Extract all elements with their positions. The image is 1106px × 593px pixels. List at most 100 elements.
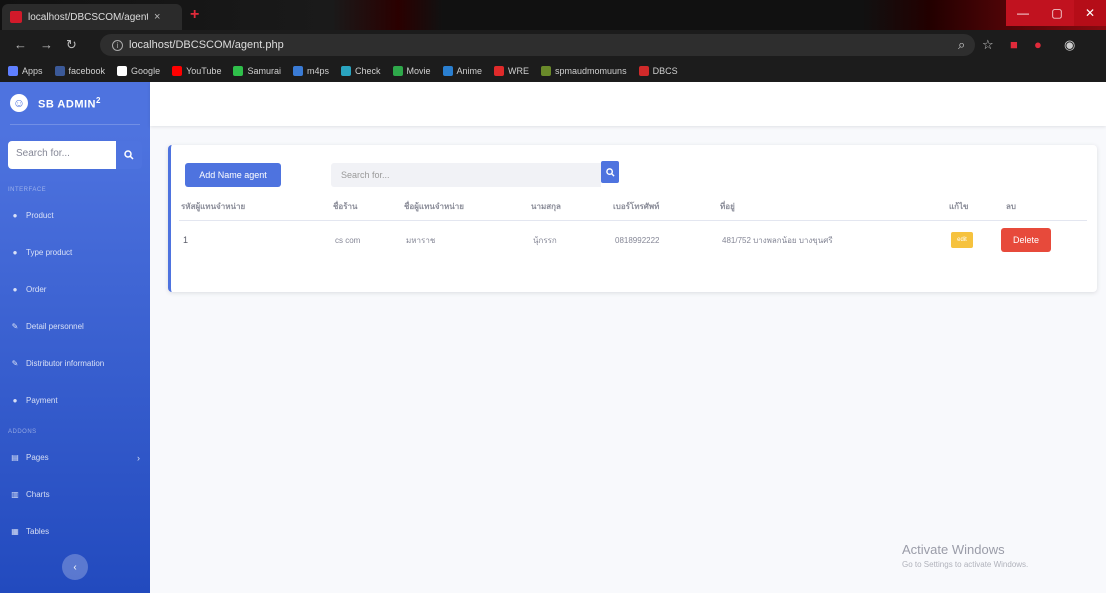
sidebar-heading: ADDONS bbox=[8, 429, 37, 435]
sidebar-item-icon: ● bbox=[12, 285, 18, 294]
sidebar-item-detail-personnel[interactable]: ✎ Detail personnel bbox=[0, 308, 150, 345]
bookmark-item[interactable]: facebook bbox=[54, 66, 106, 76]
bookmark-label: Check bbox=[354, 66, 381, 76]
sidebar-item-product[interactable]: ● Product bbox=[0, 197, 150, 234]
bookmark-item[interactable]: Apps bbox=[8, 66, 43, 76]
bookmark-label: facebook bbox=[68, 66, 106, 76]
extension-icon[interactable]: ● bbox=[1034, 37, 1042, 52]
edit-button[interactable]: edit bbox=[951, 232, 973, 248]
bookmark-icon bbox=[292, 66, 303, 76]
bookmark-icon bbox=[54, 66, 65, 76]
sidebar-item-order[interactable]: ● Order bbox=[0, 271, 150, 308]
address-bar[interactable]: i localhost/DBCSCOM/agent.php bbox=[100, 34, 975, 56]
browser-titlebar: localhost/DBCSCOM/agent.php × + — ▢ ✕ bbox=[0, 0, 1106, 30]
sidebar-item-icon: ● bbox=[12, 396, 18, 405]
bookmark-label: m4ps bbox=[306, 66, 329, 76]
bookmark-icon bbox=[117, 66, 128, 76]
sidebar-item-icon: ▤ bbox=[11, 453, 19, 462]
bookmark-item[interactable]: Check bbox=[340, 66, 381, 76]
sidebar-item-payment[interactable]: ● Payment bbox=[0, 382, 150, 419]
bookmarks-bar: Apps facebook Google YouTube Samurai m4ps Chec… bbox=[0, 60, 1106, 82]
page: ☺ SB ADMIN2 Search for... INTERFACE ● Pro… bbox=[0, 82, 1106, 593]
close-window-button[interactable]: ✕ bbox=[1074, 0, 1106, 26]
bookmark-item[interactable]: WRE bbox=[494, 66, 529, 76]
search-icon bbox=[605, 167, 615, 177]
sidebar-item-charts[interactable]: ▥ Charts bbox=[0, 476, 150, 513]
sidebar-item-label: Type product bbox=[26, 248, 73, 257]
delete-button[interactable]: Delete bbox=[1001, 228, 1051, 252]
profile-icon[interactable]: ◉ bbox=[1064, 37, 1075, 53]
column-header: ชื่อร้าน bbox=[333, 202, 358, 211]
bookmark-label: Apps bbox=[22, 66, 43, 76]
tab-close-icon[interactable]: × bbox=[154, 11, 160, 23]
shop-name: cs com bbox=[335, 235, 361, 245]
sidebar-item-distributor-information[interactable]: ✎ Distributor information bbox=[0, 345, 150, 382]
extension-icon[interactable]: ■ bbox=[1010, 37, 1018, 52]
table-header: รหัสผู้แทนจำหน่าย ชื่อร้าน ชื่อผู้แทนจำห… bbox=[179, 193, 1087, 221]
smile-logo-icon: ☺ bbox=[10, 94, 28, 112]
sidebar-heading: INTERFACE bbox=[8, 187, 47, 193]
bookmark-label: Google bbox=[131, 66, 161, 76]
bookmark-item[interactable]: m4ps bbox=[292, 66, 329, 76]
sidebar-brand[interactable]: ☺ SB ADMIN2 bbox=[0, 82, 150, 124]
sidebar: ☺ SB ADMIN2 Search for... INTERFACE ● Pro… bbox=[0, 82, 150, 593]
sidebar-item-label: Charts bbox=[26, 490, 50, 499]
chevron-right-icon: › bbox=[137, 452, 140, 463]
bookmark-item[interactable]: Google bbox=[117, 66, 160, 76]
back-icon[interactable]: ← bbox=[14, 37, 27, 52]
table-search-button[interactable] bbox=[601, 161, 619, 183]
sidebar-search-button[interactable] bbox=[116, 141, 142, 169]
topbar bbox=[150, 82, 1106, 126]
sidebar-item-label: Order bbox=[26, 285, 47, 294]
bookmark-item[interactable]: Movie bbox=[392, 66, 431, 76]
table-search-input[interactable]: Search for... bbox=[331, 163, 601, 187]
bookmark-item[interactable]: YouTube bbox=[172, 66, 221, 76]
watermark-subtitle: Go to Settings to activate Windows. bbox=[902, 560, 1029, 569]
bookmark-item[interactable]: DBCS bbox=[638, 66, 678, 76]
forward-icon[interactable]: → bbox=[40, 37, 53, 52]
zoom-icon[interactable]: ⌕ bbox=[958, 37, 965, 53]
bookmark-icon bbox=[172, 66, 183, 76]
column-header: รหัสผู้แทนจำหน่าย bbox=[181, 202, 246, 211]
bookmark-icon bbox=[233, 66, 244, 76]
add-agent-button[interactable]: Add Name agent bbox=[185, 163, 281, 187]
sidebar-item-label: Distributor information bbox=[26, 359, 105, 368]
url-text: localhost/DBCSCOM/agent.php bbox=[129, 39, 284, 51]
sidebar-item-icon: ▦ bbox=[11, 527, 19, 536]
minimize-button[interactable]: — bbox=[1006, 0, 1040, 26]
bookmark-item[interactable]: Samurai bbox=[233, 66, 281, 76]
agent-surname: นุ้กรรก bbox=[533, 235, 557, 245]
sidebar-item-label: Payment bbox=[26, 396, 58, 405]
column-header: ชื่อผู้แทนจำหน่าย bbox=[404, 202, 464, 211]
watermark-title: Activate Windows bbox=[902, 542, 1005, 557]
star-icon[interactable]: ☆ bbox=[982, 37, 994, 53]
bookmark-item[interactable]: spmaudmomuuns bbox=[541, 66, 627, 76]
search-icon bbox=[124, 150, 134, 160]
bookmark-icon bbox=[340, 66, 351, 76]
sidebar-divider bbox=[10, 124, 140, 125]
sidebar-item-icon: ✎ bbox=[11, 359, 19, 368]
agent-address: 481/752 บางพลกน้อย บางขุนศรี bbox=[722, 235, 833, 245]
agent-phone: 0818992222 bbox=[615, 235, 660, 245]
sidebar-item-pages[interactable]: ▤ Pages › bbox=[0, 439, 150, 476]
bookmark-label: spmaudmomuuns bbox=[555, 66, 627, 76]
column-header: ลบ bbox=[1006, 202, 1016, 211]
reload-icon[interactable]: ↻ bbox=[66, 37, 77, 53]
bookmark-label: DBCS bbox=[652, 66, 678, 76]
sidebar-toggle-button[interactable]: ‹ bbox=[62, 554, 88, 580]
sidebar-item-icon: ● bbox=[12, 211, 18, 220]
sidebar-item-icon: ✎ bbox=[11, 322, 19, 331]
maximize-button[interactable]: ▢ bbox=[1040, 0, 1074, 26]
browser-tab[interactable]: localhost/DBCSCOM/agent.php × bbox=[2, 4, 182, 30]
column-header: ที่อยู่ bbox=[720, 202, 735, 211]
sidebar-item-type-product[interactable]: ● Type product bbox=[0, 234, 150, 271]
favicon-icon bbox=[10, 11, 22, 23]
browser-toolbar: ← → ↻ i localhost/DBCSCOM/agent.php ⌕ ☆ … bbox=[0, 30, 1106, 60]
bookmark-label: YouTube bbox=[186, 66, 222, 76]
sidebar-item-tables[interactable]: ▦ Tables bbox=[0, 513, 150, 550]
info-icon[interactable]: i bbox=[112, 39, 123, 51]
bookmark-item[interactable]: Anime bbox=[442, 66, 482, 76]
new-tab-button[interactable]: + bbox=[190, 6, 199, 24]
sidebar-search-input[interactable]: Search for... bbox=[8, 141, 116, 169]
sidebar-item-icon: ● bbox=[12, 248, 18, 257]
